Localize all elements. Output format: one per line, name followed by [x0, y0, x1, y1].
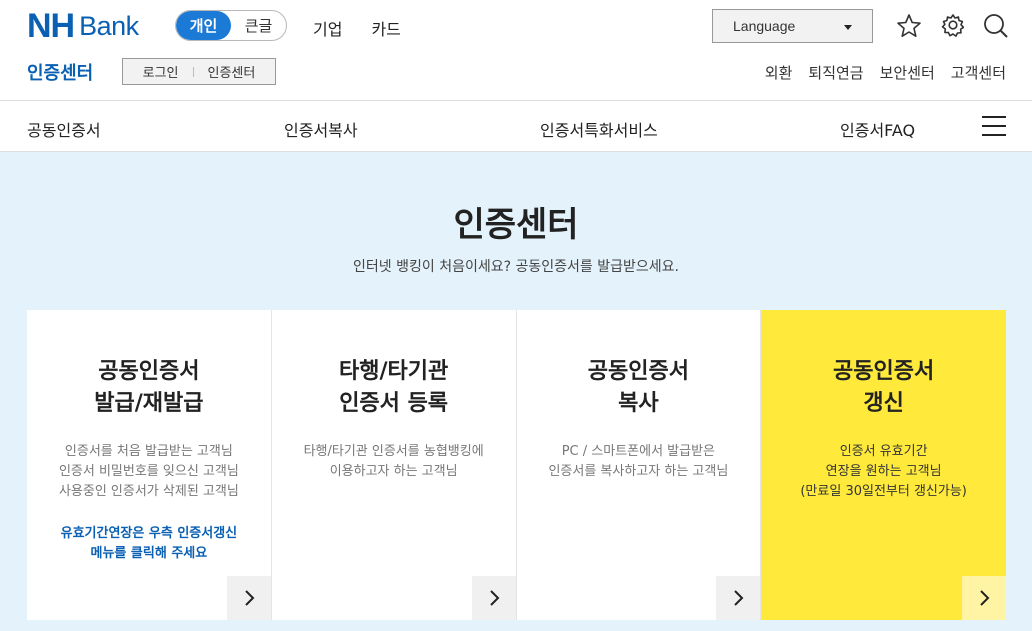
card-description: 인증서 유효기간 연장을 원하는 고객님 (만료일 30일전부터 갱신가능) [761, 442, 1006, 502]
card-arrow-button[interactable] [716, 576, 761, 620]
nav-item-special-services[interactable]: 인증서특화서비스 [540, 117, 658, 141]
logo-nh-text: NH [27, 6, 75, 45]
util-link-support[interactable]: 고객센터 [951, 62, 1006, 83]
card-title-line1: 공동인증서 [98, 359, 200, 384]
section-subtitle[interactable]: 인증센터 [27, 59, 93, 85]
card-title-line2: 복사 [618, 391, 659, 416]
login-box: 로그인 인증센터 [122, 58, 276, 85]
util-link-pension[interactable]: 퇴직연금 [808, 62, 863, 83]
nh-bank-logo[interactable]: NH Bank [27, 6, 139, 45]
card-desc-line: 연장을 원하는 고객님 [825, 464, 942, 479]
top-nav: 기업 카드 [313, 16, 401, 40]
gear-icon[interactable] [939, 12, 967, 40]
caret-down-icon [844, 25, 852, 30]
language-select[interactable]: Language [712, 9, 873, 43]
util-link-forex[interactable]: 외환 [765, 62, 793, 83]
card-desc-line: 인증서를 복사하고자 하는 고객님 [548, 464, 729, 479]
utility-links: 외환 퇴직연금 보안센터 고객센터 [765, 62, 1006, 83]
card-cert-renewal[interactable]: 공동인증서 갱신 인증서 유효기간 연장을 원하는 고객님 (만료일 30일전부… [761, 310, 1006, 620]
card-desc-line: PC / 스마트폰에서 발급받은 [561, 444, 716, 459]
search-icon[interactable] [982, 12, 1010, 40]
card-title-line1: 공동인증서 [587, 359, 689, 384]
card-desc-line: 인증서 비밀번호를 잊으신 고객님 [58, 464, 239, 479]
card-title-line1: 타행/타기관 [339, 359, 449, 384]
card-arrow-button[interactable] [471, 576, 516, 620]
card-desc-line: 타행/타기관 인증서를 농협뱅킹에 [303, 444, 484, 459]
card-arrow-button[interactable] [962, 576, 1006, 620]
card-desc-line: 인증서를 처음 발급받는 고객님 [64, 444, 233, 459]
card-title-line1: 공동인증서 [833, 359, 935, 384]
card-desc-line: 사용중인 인증서가 삭제된 고객님 [58, 484, 239, 499]
nav-item-cert-copy[interactable]: 인증서복사 [284, 117, 358, 141]
topnav-corporate[interactable]: 기업 [313, 16, 342, 40]
card-desc-line: (만료일 30일전부터 갱신가능) [800, 484, 967, 499]
page-description: 인터넷 뱅킹이 처음이세요? 공동인증서를 발급받으세요. [353, 259, 679, 275]
divider [192, 66, 194, 77]
card-note: 유효기간연장은 우측 인증서갱신 메뉴를 클릭해 주세요 [27, 524, 271, 564]
card-arrow-button[interactable] [226, 576, 271, 620]
card-cert-copy[interactable]: 공동인증서 복사 PC / 스마트폰에서 발급받은 인증서를 복사하고자 하는 … [516, 310, 762, 620]
card-title-line2: 인증서 등록 [339, 391, 449, 416]
logo-bank-text: Bank [79, 10, 139, 41]
login-link[interactable]: 로그인 [143, 62, 179, 81]
util-link-security[interactable]: 보안센터 [880, 62, 935, 83]
card-title-line2: 갱신 [863, 391, 904, 416]
main-content: 인증센터 인터넷 뱅킹이 처음이세요? 공동인증서를 발급받으세요. 공동인증서… [0, 152, 1032, 631]
card-desc-line: 인증서 유효기간 [839, 444, 928, 459]
nav-item-joint-cert[interactable]: 공동인증서 [27, 117, 101, 141]
chevron-right-icon [489, 590, 499, 606]
menu-icon[interactable] [982, 116, 1006, 136]
toggle-personal[interactable]: 개인 [176, 11, 231, 40]
card-title: 공동인증서 발급/재발급 [27, 356, 271, 420]
card-issue-reissue[interactable]: 공동인증서 발급/재발급 인증서를 처음 발급받는 고객님 인증서 비밀번호를 … [27, 310, 272, 620]
chevron-right-icon [734, 590, 744, 606]
card-description: PC / 스마트폰에서 발급받은 인증서를 복사하고자 하는 고객님 [517, 442, 761, 482]
cert-center-link[interactable]: 인증센터 [208, 62, 256, 81]
card-title: 공동인증서 갱신 [761, 356, 1006, 420]
card-desc-line: 이용하고자 하는 고객님 [329, 464, 458, 479]
chevron-right-icon [245, 590, 255, 606]
card-note-line: 메뉴를 클릭해 주세요 [90, 546, 208, 561]
card-description: 타행/타기관 인증서를 농협뱅킹에 이용하고자 하는 고객님 [272, 442, 516, 482]
star-icon[interactable] [895, 12, 923, 40]
card-note-line: 유효기간연장은 우측 인증서갱신 [60, 526, 238, 541]
card-title: 공동인증서 복사 [517, 356, 761, 420]
card-other-bank-register[interactable]: 타행/타기관 인증서 등록 타행/타기관 인증서를 농협뱅킹에 이용하고자 하는… [271, 310, 517, 620]
card-title: 타행/타기관 인증서 등록 [272, 356, 516, 420]
view-toggle: 개인 큰글 [175, 10, 287, 41]
header: NH Bank 개인 큰글 기업 카드 Language 인증센터 로그인 인증… [0, 0, 1032, 100]
topnav-card[interactable]: 카드 [371, 16, 400, 40]
card-description: 인증서를 처음 발급받는 고객님 인증서 비밀번호를 잊으신 고객님 사용중인 … [27, 442, 271, 502]
toggle-large-text[interactable]: 큰글 [231, 11, 286, 40]
language-label: Language [733, 18, 796, 34]
service-cards: 공동인증서 발급/재발급 인증서를 처음 발급받는 고객님 인증서 비밀번호를 … [27, 310, 1006, 620]
card-title-line2: 발급/재발급 [94, 391, 204, 416]
chevron-right-icon [980, 590, 990, 606]
main-nav: 공동인증서 인증서복사 인증서특화서비스 인증서FAQ [0, 100, 1032, 152]
nav-item-faq[interactable]: 인증서FAQ [840, 117, 915, 141]
page-title: 인증센터 [453, 205, 579, 245]
